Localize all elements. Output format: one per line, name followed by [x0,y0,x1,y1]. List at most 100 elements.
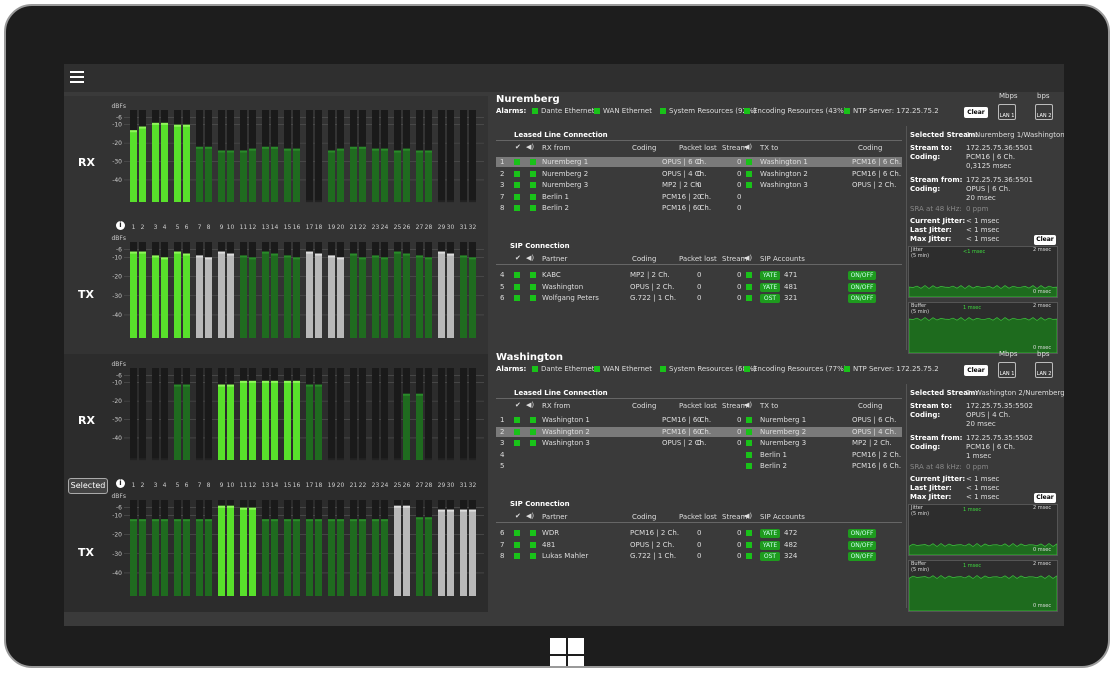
on-off-button[interactable]: ON/OFF [848,271,876,280]
alarm-indicator [660,108,666,114]
meter-peak [271,380,278,383]
stream-to-value: 172.25.75.36:5501 [966,144,1033,152]
scale-tick-label: -20 [112,532,122,539]
channel-number: 19 [328,224,336,231]
meter-peak [240,150,247,153]
alarm-text: Encoding Resources (43%) [753,107,847,115]
rx-from-cell: Washington 3 [542,439,590,447]
info-icon[interactable]: i [116,221,125,230]
tx-to-cell: Nuremberg 1 [760,416,807,424]
sip-account-button[interactable]: OST [760,294,780,303]
alarm-indicator [744,108,750,114]
hamburger-icon[interactable] [70,71,84,85]
tx-status-indicator [746,182,752,188]
meter-bar-tx-7 [196,255,203,338]
meter-bar-rx-15 [284,148,291,202]
status-indicator [530,541,536,548]
speaker-icon: ◀) [744,401,753,409]
meter-peak [196,519,203,522]
meter-peak [205,458,212,461]
col-partner: Partner [542,255,568,263]
meter-peak [240,255,247,258]
selected-button[interactable]: Selected [68,478,108,494]
on-off-button[interactable]: ON/OFF [848,552,876,561]
alarm-indicator [844,108,850,114]
status-indicator [514,530,520,536]
meter-bg [161,368,168,460]
meter-peak [372,458,379,461]
buffer-graph-max-label: 2 msec [1033,561,1052,567]
panel-washington: dBFs -6 -10 -20 -30 -40 dBFs -6 -10 -20 -30 -40 1 2 3 4… [64,350,1064,612]
meter-bg [438,368,445,460]
meter-peak [293,148,300,151]
stream-cell: 0 [737,181,742,189]
col-tx-to: TX to [760,144,779,152]
coding-cell: PCM16 | 2 Ch. [662,192,712,201]
channel-number: 17 [306,482,314,489]
coding-from-value: OPUS | 6 Ch. [966,185,1011,193]
alarm-text: NTP Server: 172.25.75.2 [853,107,939,115]
info-icon[interactable]: i [116,479,125,488]
meter-bar-rx-24 [381,148,388,202]
meter-peak [293,257,300,260]
tx-label: TX [78,546,94,559]
status-indicator [514,182,520,188]
channel-number: 6 [185,224,189,231]
clear-jitter-button[interactable]: Clear [1034,235,1056,245]
on-off-button[interactable]: ON/OFF [848,282,876,292]
meter-bar-tx-13 [262,251,269,338]
meter-peak [218,251,225,254]
mbps-label: Mbps [999,350,1018,358]
site-name: Washington [496,352,563,363]
sip-account-button[interactable]: YATE [760,540,780,550]
sip-account-button[interactable]: YATE [760,271,780,280]
channel-number: 7 [198,482,202,489]
meter-bar-rx-3 [152,122,159,202]
on-off-button[interactable]: ON/OFF [848,294,876,303]
col-packet-lost: Packet lost [679,144,717,152]
scale-tick-label: -40 [112,312,122,319]
header-divider [496,140,902,141]
channel-number: 18 [315,224,323,231]
channel-number: 3 [154,224,158,231]
sip-account-button[interactable]: YATE [760,282,780,292]
sip-number: 472 [784,529,798,537]
alarm-indicator [844,366,850,372]
sip-account-button[interactable]: OST [760,552,780,561]
meter-peak [403,505,410,508]
meter-peak [161,257,168,260]
current-jitter-label: Current Jitter: [910,475,966,483]
clear-alarms-button[interactable]: Clear [964,107,988,118]
sra-label: SRA at 48 kHz: [910,205,962,213]
channel-number: 12 [249,224,257,231]
stream-cell: 0 [737,540,742,549]
coding-cell: PCM16 | 2 Ch. [630,529,680,537]
col-tx-to: TX to [760,402,779,410]
meter-bg [196,368,203,460]
on-off-button[interactable]: ON/OFF [848,529,876,538]
on-off-button[interactable]: ON/OFF [848,540,876,550]
tx-label: TX [78,288,94,301]
meter-bar-tx-1 [130,251,137,338]
level-meters: dBFs -6 -10 -20 -30 -40 dBFs -6 -10 -20 -30 -40 1 2 3 4… [64,354,488,612]
meter-peak [174,251,181,254]
meter-bg [469,368,476,460]
packet-lost-cell: 0 [697,294,702,302]
meter-peak [315,200,322,203]
meter-peak [394,458,401,461]
tx-to-cell: Washington 3 [760,181,808,189]
sip-account-button[interactable]: YATE [760,529,780,538]
top-bar [64,64,1064,92]
stream-panel: Nuremberg Alarms: Dante Ethernet WAN Ethern… [492,92,1064,354]
stream-panel: Washington Alarms: Dante Ethernet WAN Ether… [492,350,1064,612]
meter-bar-tx-19 [328,255,335,338]
coding-cell: PCM16 | 6 Ch. [662,416,712,424]
packet-lost-cell: 0 [697,169,702,178]
meter-bar-tx-7 [196,519,203,596]
clear-alarms-button[interactable]: Clear [964,365,988,376]
clear-jitter-button[interactable]: Clear [1034,493,1056,503]
meter-peak [161,122,168,125]
panel-nuremberg: dBFs -6 -10 -20 -30 -40 dBFs -6 -10 -20 -30 -40 1 2 3 4… [64,92,1064,354]
speaker-icon: ◀) [526,143,535,151]
windows-logo-icon[interactable] [550,638,584,666]
